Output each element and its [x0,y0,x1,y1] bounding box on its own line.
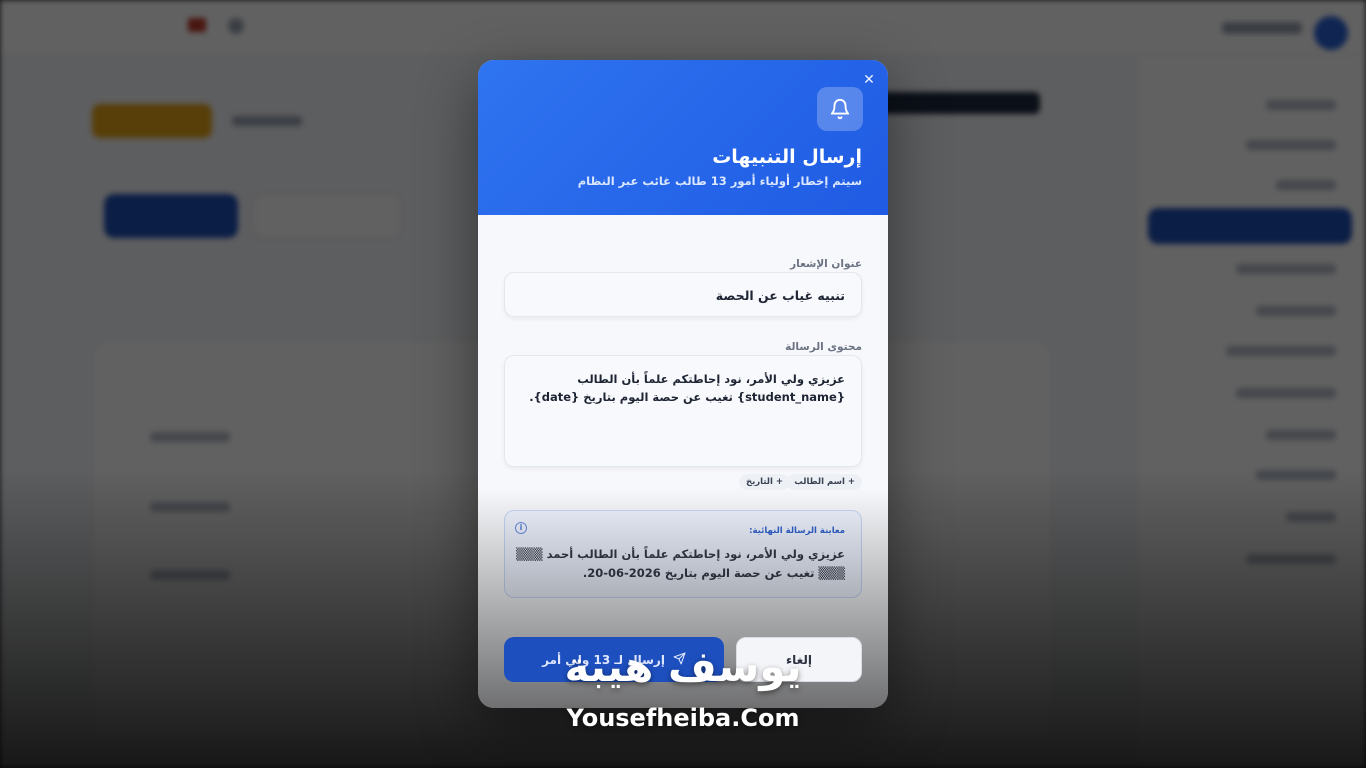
modal-header: ✕ إرسال التنبيهات سيتم إخطار أولياء أمور… [478,60,888,215]
info-icon: i [515,522,527,534]
bell-icon [817,87,863,131]
insert-student-name-chip[interactable]: + اسم الطالب [787,474,862,490]
notification-title-label: عنوان الإشعار [790,258,862,270]
modal-title: إرسال التنبيهات [712,146,862,168]
close-icon[interactable]: ✕ [862,73,876,87]
notification-title-input[interactable]: تنبيه غياب عن الحصة [504,272,862,317]
preview-title: معاينة الرسالة النهائية: [749,526,845,536]
preview-text: عزيزي ولي الأمر، نود إحاطتكم علماً بأن ا… [516,547,845,580]
watermark-latin: Yousefheiba.Com [566,704,800,732]
send-alerts-modal: ✕ إرسال التنبيهات سيتم إخطار أولياء أمور… [478,60,888,708]
watermark-arabic: يوسف هيبة [564,642,802,691]
modal-subtitle: سيتم إخطار أولياء أمور 13 طالب غائب عبر … [577,174,862,188]
message-content-textarea[interactable]: عزيزي ولي الأمر، نود إحاطتكم علماً بأن ا… [504,355,862,467]
message-content-label: محتوى الرسالة [785,341,862,353]
final-message-preview: معاينة الرسالة النهائية: i عزيزي ولي الأ… [504,510,862,598]
insert-date-chip[interactable]: + التاريخ [738,474,790,490]
